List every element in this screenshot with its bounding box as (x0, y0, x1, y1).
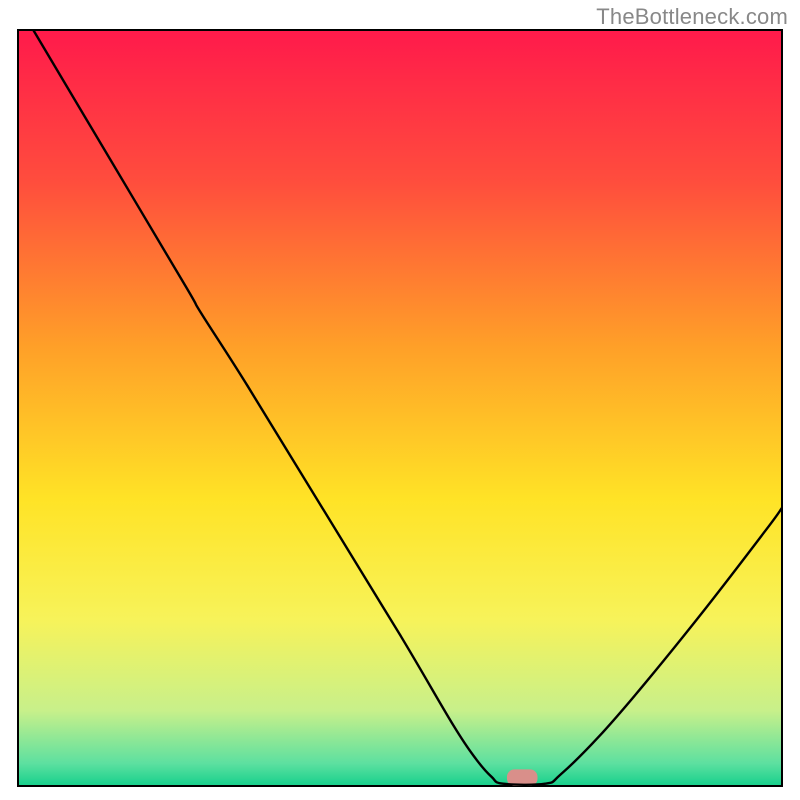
chart-plot (0, 0, 800, 800)
plot-background (18, 30, 782, 786)
chart-container: TheBottleneck.com (0, 0, 800, 800)
attribution-watermark: TheBottleneck.com (596, 4, 788, 30)
